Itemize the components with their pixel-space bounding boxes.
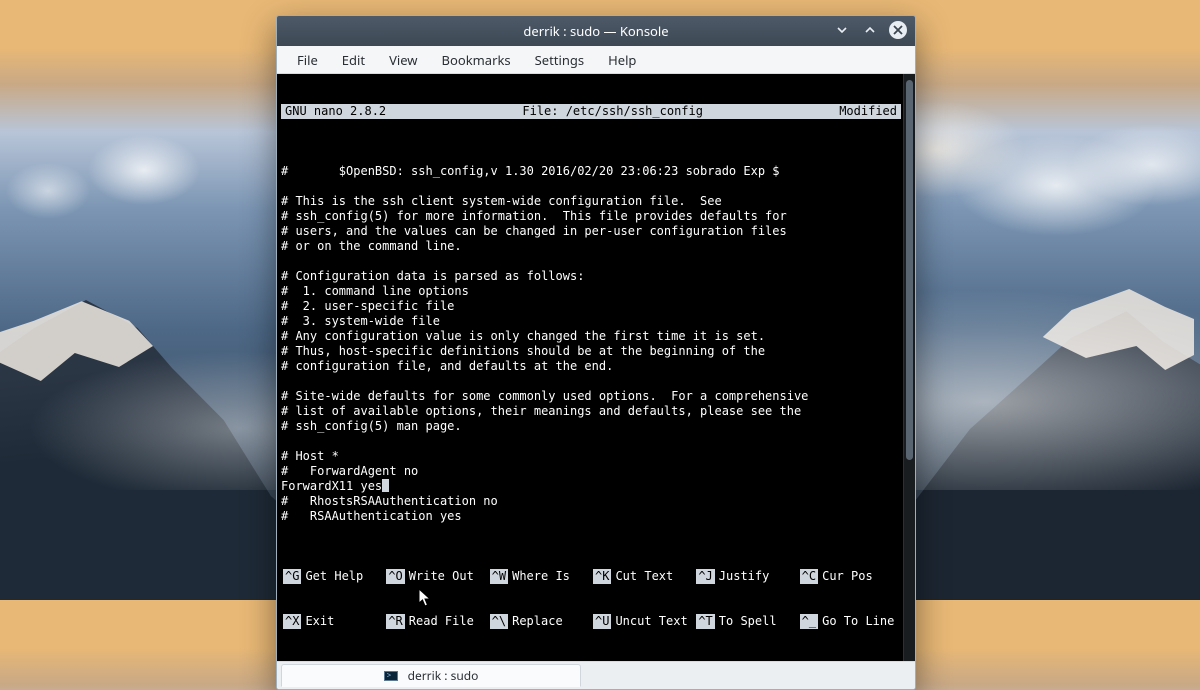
nano-line: ForwardX11 yes xyxy=(281,479,901,494)
nano-line: # Site-wide defaults for some commonly u… xyxy=(281,389,901,404)
shortcut-label: Read File xyxy=(409,614,474,629)
nano-line: # RSAAuthentication yes xyxy=(281,509,901,524)
window-title: derrik : sudo — Konsole xyxy=(523,22,668,40)
terminal-icon xyxy=(384,671,398,681)
terminal-viewport[interactable]: GNU nano 2.8.2 File: /etc/ssh/ssh_config… xyxy=(277,74,903,661)
nano-header: GNU nano 2.8.2 File: /etc/ssh/ssh_config… xyxy=(281,104,901,119)
tabbar: derrik : sudo xyxy=(277,661,915,689)
shortcut-label: Exit xyxy=(305,614,334,629)
shortcut-key: ^X xyxy=(283,614,301,629)
shortcut-label: Uncut Text xyxy=(615,614,687,629)
shortcut-label: Where Is xyxy=(512,569,570,584)
shortcut-label: Replace xyxy=(512,614,563,629)
nano-version: GNU nano 2.8.2 xyxy=(285,104,386,119)
nano-line xyxy=(281,149,901,164)
nano-shortcut: ^K Cut Text xyxy=(591,569,694,584)
nano-body[interactable]: # $OpenBSD: ssh_config,v 1.30 2016/02/20… xyxy=(281,149,901,539)
shortcut-label: Go To Line xyxy=(822,614,894,629)
shortcut-key: ^_ xyxy=(800,614,818,629)
window-maximize-button[interactable] xyxy=(861,21,879,39)
nano-line: # Host * xyxy=(281,449,901,464)
nano-line: # $OpenBSD: ssh_config,v 1.30 2016/02/20… xyxy=(281,164,901,179)
menu-view[interactable]: View xyxy=(377,47,429,73)
shortcut-label: Cut Text xyxy=(615,569,673,584)
tab-label: derrik : sudo xyxy=(408,667,479,684)
shortcut-label: To Spell xyxy=(719,614,777,629)
nano-shortcut: ^\ Replace xyxy=(488,614,591,629)
shortcut-label: Cur Pos xyxy=(822,569,873,584)
nano-line xyxy=(281,524,901,539)
window-minimize-button[interactable] xyxy=(833,21,851,39)
terminal-scrollbar[interactable] xyxy=(903,74,915,661)
menu-settings[interactable]: Settings xyxy=(523,47,596,73)
nano-shortcut: ^U Uncut Text xyxy=(591,614,694,629)
nano-file-label: File: /etc/ssh/ssh_config xyxy=(386,104,839,119)
nano-shortcut: ^C Cur Pos xyxy=(798,569,901,584)
nano-line: # ssh_config(5) man page. xyxy=(281,419,901,434)
shortcut-key: ^W xyxy=(490,569,508,584)
menu-edit[interactable]: Edit xyxy=(330,47,377,73)
nano-line: # or on the command line. xyxy=(281,239,901,254)
nano-line xyxy=(281,434,901,449)
nano-line: # 1. command line options xyxy=(281,284,901,299)
window-close-button[interactable] xyxy=(889,21,907,39)
nano-line: # ssh_config(5) for more information. Th… xyxy=(281,209,901,224)
menu-file[interactable]: File xyxy=(285,47,330,73)
nano-line: # list of available options, their meani… xyxy=(281,404,901,419)
menu-help[interactable]: Help xyxy=(596,47,648,73)
konsole-window: derrik : sudo — Konsole File Edit View B… xyxy=(276,15,916,690)
nano-shortcut: ^R Read File xyxy=(384,614,487,629)
window-titlebar[interactable]: derrik : sudo — Konsole xyxy=(277,16,915,46)
mouse-cursor-icon xyxy=(418,588,434,613)
nano-line xyxy=(281,179,901,194)
nano-line: # 3. system-wide file xyxy=(281,314,901,329)
nano-shortcut: ^_ Go To Line xyxy=(798,614,901,629)
menu-bookmarks[interactable]: Bookmarks xyxy=(430,47,523,73)
shortcut-key: ^R xyxy=(386,614,404,629)
nano-shortcut: ^J Justify xyxy=(694,569,797,584)
nano-footer-row-2: ^X Exit ^R Read File ^\ Replace ^U Uncut Text ^T… xyxy=(281,614,901,629)
nano-shortcut: ^T To Spell xyxy=(694,614,797,629)
nano-line: # RhostsRSAAuthentication no xyxy=(281,494,901,509)
menubar: File Edit View Bookmarks Settings Help xyxy=(277,46,915,74)
nano-line: # 2. user-specific file xyxy=(281,299,901,314)
shortcut-key: ^K xyxy=(593,569,611,584)
shortcut-key: ^T xyxy=(696,614,714,629)
shortcut-key: ^C xyxy=(800,569,818,584)
tab-active[interactable]: derrik : sudo xyxy=(281,664,581,687)
shortcut-label: Get Help xyxy=(305,569,363,584)
nano-modified-flag: Modified xyxy=(839,104,897,119)
nano-shortcut: ^X Exit xyxy=(281,614,384,629)
nano-footer-row-1: ^G Get Help ^O Write Out ^W Where Is ^K Cut Tex… xyxy=(281,569,901,584)
nano-shortcut: ^W Where Is xyxy=(488,569,591,584)
shortcut-key: ^O xyxy=(386,569,404,584)
nano-line: # Thus, host-specific definitions should… xyxy=(281,344,901,359)
nano-line: # users, and the values can be changed i… xyxy=(281,224,901,239)
nano-shortcut: ^G Get Help xyxy=(281,569,384,584)
nano-line: # ForwardAgent no xyxy=(281,464,901,479)
shortcut-key: ^U xyxy=(593,614,611,629)
nano-line: # configuration file, and defaults at th… xyxy=(281,359,901,374)
scrollbar-thumb[interactable] xyxy=(906,80,913,460)
nano-line: # Any configuration value is only change… xyxy=(281,329,901,344)
shortcut-key: ^J xyxy=(696,569,714,584)
nano-line xyxy=(281,374,901,389)
shortcut-label: Write Out xyxy=(409,569,474,584)
shortcut-key: ^\ xyxy=(490,614,508,629)
nano-line: # This is the ssh client system-wide con… xyxy=(281,194,901,209)
nano-line: # Configuration data is parsed as follow… xyxy=(281,269,901,284)
shortcut-key: ^G xyxy=(283,569,301,584)
shortcut-label: Justify xyxy=(719,569,770,584)
text-cursor xyxy=(382,479,389,492)
nano-line xyxy=(281,254,901,269)
nano-shortcut: ^O Write Out xyxy=(384,569,487,584)
